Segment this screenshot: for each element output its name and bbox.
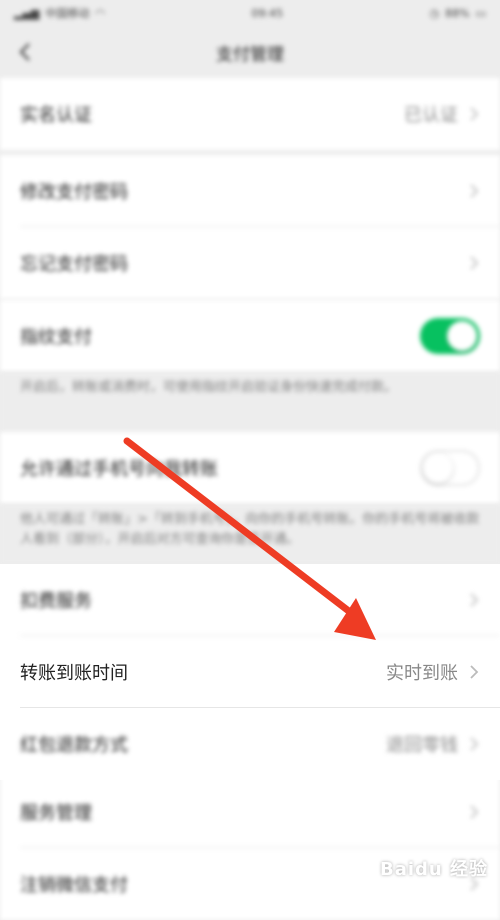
chevron-right-icon xyxy=(470,665,479,679)
row-real-name[interactable]: 实名认证 已认证 xyxy=(0,78,500,150)
row-value: 已认证 xyxy=(404,105,458,126)
group-phone-transfer: 允许通过手机号向我转账 xyxy=(0,432,500,504)
alarm-icon: ◷ xyxy=(429,6,440,20)
phone-transfer-description: 他人可通过「转账」>「转到手机号」，向你的手机号转账。你的手机号将被收款人看到（… xyxy=(0,504,500,564)
group-identity: 实名认证 已认证 xyxy=(0,78,500,150)
toggle-knob xyxy=(447,321,477,351)
transfer-arrival-time-label: 转账到账时间 xyxy=(20,663,128,684)
carrier-label: 中国移动 xyxy=(45,7,90,20)
transfer-arrival-time-value: 实时到账 xyxy=(386,663,458,684)
row-label: 指纹支付 xyxy=(20,327,92,348)
group-transfer-settings: 扣费服务 转账到账时间 实时到账 红包退款方式 退回零钱 xyxy=(0,564,500,780)
nav-bar: 支付管理 xyxy=(0,26,500,78)
chevron-right-icon xyxy=(470,805,479,819)
back-arrow-icon[interactable] xyxy=(14,40,38,64)
wifi-icon: ◠ xyxy=(95,6,105,20)
chevron-right-icon xyxy=(470,593,479,607)
page-title: 支付管理 xyxy=(216,44,284,65)
row-label: 实名认证 xyxy=(20,105,92,126)
row-label: 修改支付密码 xyxy=(20,182,128,203)
row-label: 扣费服务 xyxy=(20,591,92,612)
row-deduction-service[interactable]: 扣费服务 xyxy=(0,564,500,636)
row-transfer-arrival-time[interactable]: 转账到账时间 实时到账 xyxy=(0,636,500,708)
chevron-right-icon xyxy=(470,107,479,121)
status-bar: ▂▄▆ 中国移动 ◠ 09:45 ◷ 88% ▭ xyxy=(0,0,500,26)
chevron-right-icon xyxy=(470,184,479,198)
fingerprint-toggle[interactable] xyxy=(420,318,480,354)
row-red-packet-refund[interactable]: 红包退款方式 退回零钱 xyxy=(0,708,500,780)
group-fingerprint: 指纹支付 xyxy=(0,300,500,372)
row-label: 允许通过手机号向我转账 xyxy=(20,459,218,480)
row-label: 忘记支付密码 xyxy=(20,254,128,275)
row-forgot-password[interactable]: 忘记支付密码 xyxy=(0,227,500,299)
group-service: 服务管理 注销微信支付 xyxy=(0,776,500,920)
group-password: 修改支付密码 忘记支付密码 xyxy=(0,155,500,299)
row-phone-transfer: 允许通过手机号向我转账 xyxy=(0,432,500,504)
phone-transfer-toggle[interactable] xyxy=(420,450,480,486)
clock: 09:45 xyxy=(251,6,284,20)
battery-icon: ▭ xyxy=(475,6,486,20)
signal-icon: ▂▄▆ xyxy=(14,6,40,20)
baidu-watermark: Baidu 经验 xyxy=(379,859,488,880)
chevron-right-icon xyxy=(470,256,479,270)
row-service-management[interactable]: 服务管理 xyxy=(0,776,500,848)
toggle-knob xyxy=(423,453,453,483)
fingerprint-description: 开启后，转账或消费时，可使用指纹开启验证身份快速完成付款。 xyxy=(0,372,500,432)
chevron-right-icon xyxy=(470,737,479,751)
row-fingerprint: 指纹支付 xyxy=(0,300,500,372)
row-value: 退回零钱 xyxy=(386,735,458,756)
row-label: 红包退款方式 xyxy=(20,735,128,756)
row-label: 服务管理 xyxy=(20,803,92,824)
battery-percent: 88% xyxy=(445,6,470,20)
row-change-password[interactable]: 修改支付密码 xyxy=(0,155,500,227)
